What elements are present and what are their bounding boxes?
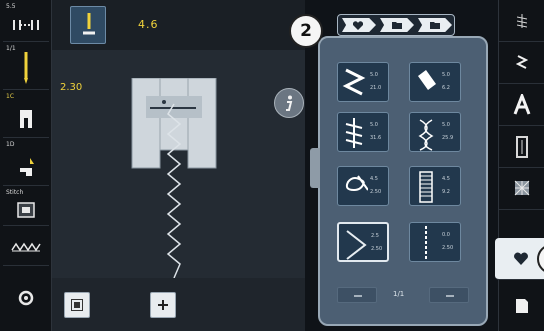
- stitch-width-number: 5.0: [442, 72, 450, 78]
- mirror-icon: [71, 299, 83, 311]
- stitch-length-number: 25.9: [442, 135, 454, 141]
- stitch-width-number: 5.0: [370, 122, 378, 128]
- needle-position-button[interactable]: 1/1: [3, 42, 49, 90]
- left-sidebar: 5.5 1/1 1C 1D Stitch: [0, 0, 52, 331]
- stitch-pattern-icon: [418, 119, 434, 151]
- stitch-settings-area: 4.6 2.30: [52, 0, 305, 331]
- stitch-pattern-icon: [342, 68, 366, 96]
- stitch-width-display[interactable]: 4.6: [138, 18, 159, 31]
- bobbin-icon: [18, 290, 34, 306]
- stitch-length-display[interactable]: 2.30: [60, 82, 82, 93]
- foot-pressure-icon: [20, 156, 34, 176]
- needle-icon: [24, 52, 28, 84]
- stitch-pattern-icon: [345, 118, 363, 148]
- stitch-cell-8[interactable]: 0.0 2.50: [409, 222, 461, 262]
- memory-button[interactable]: [499, 280, 544, 331]
- quilt-stitch-button[interactable]: [499, 168, 544, 210]
- stitch-cell-4[interactable]: 5.0 25.9: [409, 112, 461, 152]
- stitch-cell-5[interactable]: 4.5 2.50: [337, 166, 389, 206]
- presser-foot-icon: [20, 110, 32, 128]
- info-button[interactable]: [274, 88, 304, 118]
- stitch-width-button[interactable]: 5.5: [3, 0, 49, 42]
- stitch-pattern-icon: [418, 70, 436, 90]
- quilt-icon: [514, 180, 530, 196]
- page-indicator: 1/1: [393, 290, 405, 298]
- foot-pressure-button[interactable]: 1D: [3, 138, 49, 186]
- stitch-width-value: 5.5: [6, 3, 16, 10]
- decorative-stitch-icon: [516, 55, 528, 69]
- stitch-pattern-icon: [419, 171, 433, 203]
- minus-icon: [446, 295, 454, 297]
- mirror-button[interactable]: [64, 292, 90, 318]
- stitch-pattern-icon: [346, 230, 367, 260]
- folder-tab-bar: [337, 14, 455, 36]
- right-sidebar: [495, 0, 544, 331]
- info-icon: [286, 95, 293, 111]
- plus-icon: [158, 300, 168, 310]
- personal-program-panel: 5.0 21.0 5.0 6.2 5.0 31.6 5.0 25.9 4.5 2.50 4.5 9.2…: [289, 0, 498, 331]
- stitch-length-number: 31.6: [370, 135, 382, 141]
- stitch-length-number: 6.2: [442, 85, 450, 91]
- next-page-button[interactable]: [429, 287, 469, 303]
- feed-dog-icon: [11, 242, 41, 252]
- stitch-length-number: 2.50: [371, 246, 383, 252]
- stitch-length-label: Stitch: [6, 189, 24, 196]
- buttonhole-icon: [516, 136, 528, 158]
- memory-icon: [516, 299, 528, 313]
- stitch-width-number: 4.5: [370, 176, 378, 182]
- stitch-cell-3[interactable]: 5.0 31.6: [337, 112, 389, 152]
- stitch-cell-6[interactable]: 4.5 9.2: [409, 166, 461, 206]
- stitch-length-number: 21.0: [370, 85, 382, 91]
- buttonhole-button[interactable]: [499, 126, 544, 168]
- sewing-machine-screen: 5.5 1/1 1C 1D Stitch 4.6 2.30 5.0 21.0 5…: [0, 0, 544, 331]
- alphabet-button[interactable]: [499, 84, 544, 126]
- stitch-width-number: 0.0: [442, 232, 450, 238]
- stitch-menu-button[interactable]: [499, 0, 544, 42]
- stitch-pattern-icon: [345, 175, 368, 192]
- stitch-cell-7[interactable]: 2.5 2.50: [337, 222, 389, 262]
- feed-dog-button[interactable]: [3, 226, 49, 266]
- add-button[interactable]: [150, 292, 176, 318]
- settings-top-bar: 4.6: [52, 0, 305, 50]
- heart-tab-icon: [353, 21, 363, 30]
- settings-footer: [52, 278, 305, 331]
- stitch-width-icon: [13, 20, 39, 30]
- callout-number-text: 2: [300, 21, 312, 41]
- stitch-length-number: 9.2: [442, 189, 450, 195]
- panel-handle[interactable]: [310, 148, 320, 188]
- stitch-pattern-icon: [425, 226, 427, 260]
- stitch-menu-icon: [517, 14, 527, 28]
- stitch-width-number: 4.5: [442, 176, 450, 182]
- stitch-width-number: 5.0: [370, 72, 378, 78]
- stitch-width-number: 2.5: [371, 233, 379, 239]
- folder-icon: [430, 22, 440, 29]
- stitch-length-button[interactable]: Stitch: [3, 186, 49, 226]
- needle-position-label: 1/1: [6, 45, 16, 52]
- stitch-plate-icon: [17, 202, 35, 218]
- stitch-length-number: 2.50: [442, 245, 454, 251]
- needle-stop-button[interactable]: [70, 6, 106, 44]
- stitch-cell-2[interactable]: 5.0 6.2: [409, 62, 461, 102]
- presser-foot-button[interactable]: 1C: [3, 90, 49, 138]
- decorative-stitch-button[interactable]: [499, 42, 544, 84]
- bobbin-button[interactable]: [3, 266, 49, 331]
- stitch-width-number: 5.0: [442, 122, 450, 128]
- pager: 1/1: [337, 285, 469, 305]
- alphabet-icon: [513, 94, 531, 115]
- stitch-length-number: 2.50: [370, 189, 382, 195]
- folder-icon: [392, 22, 402, 29]
- stitch-preview: [131, 78, 217, 279]
- foot-pressure-label: 1D: [6, 141, 15, 148]
- stitch-cell-1[interactable]: 5.0 21.0: [337, 62, 389, 102]
- prev-page-button[interactable]: [337, 287, 377, 303]
- callout-number: 2: [289, 14, 323, 48]
- heart-icon: [514, 252, 528, 265]
- minus-icon: [354, 295, 362, 297]
- needle-stop-icon: [83, 13, 95, 35]
- presser-foot-code: 1C: [6, 93, 15, 100]
